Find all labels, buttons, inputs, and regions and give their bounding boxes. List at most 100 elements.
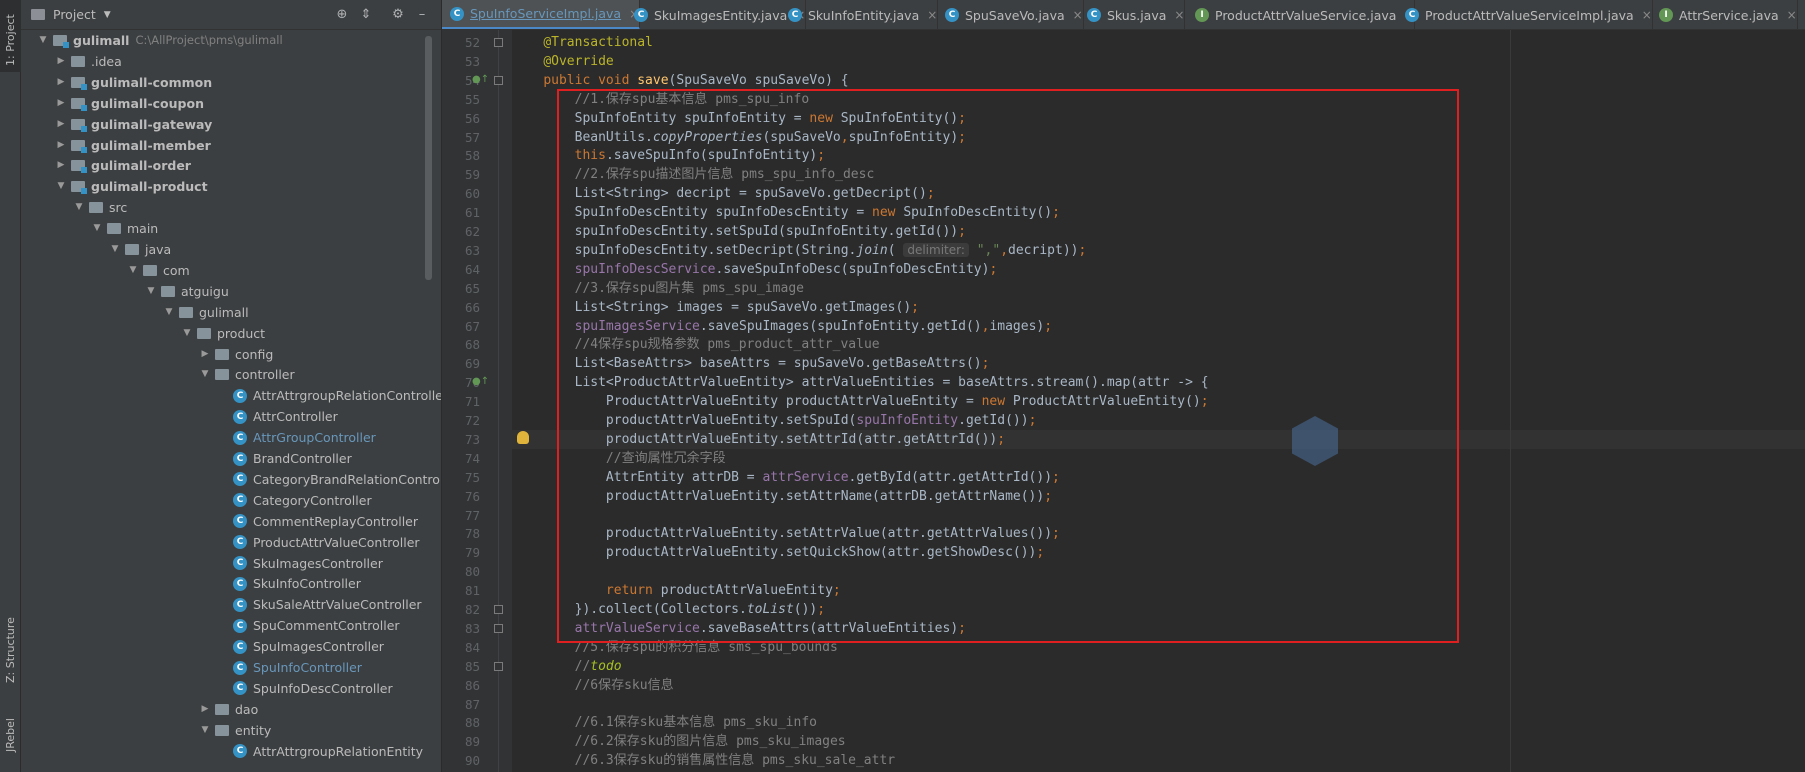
override-marker-icon[interactable]: ●↑ <box>472 74 489 85</box>
chevron-right-icon[interactable]: ▶ <box>55 155 67 176</box>
chevron-down-icon[interactable]: ▼ <box>145 281 157 302</box>
tree-item[interactable]: ▶ gulimall-common <box>21 72 212 93</box>
code-line[interactable]: @Transactional <box>512 33 1805 52</box>
close-icon[interactable]: × <box>927 8 937 22</box>
chevron-right-icon[interactable]: ▶ <box>199 699 211 720</box>
hide-icon[interactable]: – <box>414 7 430 23</box>
tree-item[interactable]: C SpuImagesController <box>21 636 384 657</box>
code-line[interactable]: //6保存sku信息 <box>512 676 1805 695</box>
tree-item[interactable]: ▼ entity <box>21 720 272 741</box>
editor-tab[interactable]: C ProductAttrValueServiceImpl.java × <box>1397 0 1653 29</box>
tree-item[interactable]: ▼ gulimall-product <box>21 176 208 197</box>
chevron-down-icon[interactable]: ▼ <box>37 30 49 51</box>
tree-item[interactable]: C SkuSaleAttrValueController <box>21 594 422 615</box>
chevron-down-icon[interactable]: ▼ <box>109 239 121 260</box>
chevron-down-icon[interactable]: ▼ <box>55 176 67 197</box>
tree-item[interactable]: ▼ gulimall <box>21 302 249 323</box>
chevron-down-icon[interactable]: ▼ <box>127 260 139 281</box>
chevron-down-icon[interactable]: ▼ <box>181 323 193 344</box>
editor-tab[interactable]: C SkuInfoEntity.java × <box>780 0 939 29</box>
fold-marker-icon[interactable] <box>494 605 503 614</box>
chevron-right-icon[interactable]: ▶ <box>55 135 67 156</box>
tree-item-label: .idea <box>91 53 122 69</box>
editor-tab[interactable]: I AttrService.java × <box>1651 0 1798 29</box>
tree-item[interactable]: C BrandController <box>21 448 352 469</box>
close-icon[interactable]: × <box>1174 8 1184 22</box>
lightbulb-icon[interactable] <box>517 431 529 444</box>
code-line[interactable]: //6.3保存sku的销售属性信息 pms_sku_sale_attr <box>512 751 1805 770</box>
structure-tool-tab[interactable]: Z: Structure <box>0 605 21 685</box>
chevron-right-icon[interactable]: ▶ <box>55 93 67 114</box>
tree-item[interactable]: C SpuInfoDescController <box>21 678 393 699</box>
tree-item[interactable]: ▼ main <box>21 218 159 239</box>
tree-item[interactable]: ▼ com <box>21 260 190 281</box>
tree-item[interactable]: ▶ config <box>21 344 274 365</box>
tree-item[interactable]: ▼ product <box>21 323 266 344</box>
project-tool-tab[interactable]: 1: Project <box>0 0 21 72</box>
line-number: 65 <box>464 280 480 296</box>
close-icon[interactable]: × <box>1787 8 1797 22</box>
chevron-down-icon[interactable]: ▼ <box>91 218 103 239</box>
tree-item[interactable]: ▼ java <box>21 239 172 260</box>
tree-item[interactable]: C SpuInfoController <box>21 657 362 678</box>
override-marker-icon[interactable]: ●↑ <box>472 376 489 387</box>
editor-tab[interactable]: C SpuSaveVo.java × <box>937 0 1084 29</box>
tree-item[interactable]: ▶ gulimall-member <box>21 135 211 156</box>
code-line[interactable]: //6.1保存sku基本信息 pms_sku_info <box>512 713 1805 732</box>
tree-item-label: dao <box>235 701 259 717</box>
fold-marker-icon[interactable] <box>494 623 503 633</box>
project-view-selector[interactable]: Project ▼ <box>31 7 111 22</box>
code-line[interactable]: public void save(SpuSaveVo spuSaveVo) { <box>512 71 1805 90</box>
chevron-down-icon[interactable]: ▼ <box>199 720 211 741</box>
tree-item[interactable]: ▼ src <box>21 197 128 218</box>
tree-item[interactable]: C AttrAttrgroupRelationEntity <box>21 741 423 762</box>
line-number: 80 <box>464 564 480 580</box>
tree-item[interactable]: C CategoryController <box>21 490 372 511</box>
tree-item[interactable]: C AttrController <box>21 406 338 427</box>
tree-item[interactable]: ▶ gulimall-gateway <box>21 114 212 135</box>
fold-marker-icon[interactable] <box>494 38 503 47</box>
project-scrollbar[interactable] <box>425 36 432 280</box>
tree-item[interactable]: ▼ gulimall C:\AllProject\pms\gulimall <box>21 30 283 51</box>
class-icon: C <box>233 493 247 508</box>
tree-item[interactable]: C SkuInfoController <box>21 573 361 594</box>
tree-item-label: SpuInfoController <box>253 660 362 675</box>
tree-item[interactable]: ▶ gulimall-coupon <box>21 93 204 114</box>
editor-tab[interactable]: CSpuInfoServiceImpl.java× <box>442 0 641 29</box>
collapse-all-icon[interactable]: ⇕ <box>358 7 374 23</box>
chevron-down-icon[interactable]: ▼ <box>73 197 85 218</box>
chevron-right-icon[interactable]: ▶ <box>55 72 67 93</box>
tree-item-label: gulimall-product <box>91 179 208 195</box>
tree-item[interactable]: ▶ gulimall-order <box>21 155 191 176</box>
code-line[interactable]: //todo <box>512 657 1805 676</box>
tree-item[interactable]: ▶ .idea <box>21 51 122 72</box>
tree-item[interactable]: ▶ dao <box>21 699 259 720</box>
tree-item[interactable]: C ProductAttrValueController <box>21 532 420 553</box>
gear-icon[interactable]: ⚙ <box>390 7 406 23</box>
tree-item[interactable]: C AttrAttrgroupRelationController <box>21 385 441 406</box>
chevron-down-icon[interactable]: ▼ <box>199 364 211 385</box>
tree-item-label: gulimall-member <box>91 137 211 153</box>
code-line[interactable] <box>512 695 1805 714</box>
jrebel-tool-tab[interactable]: JRebel <box>0 700 21 760</box>
tree-item[interactable]: C AttrGroupController <box>21 427 376 448</box>
scroll-from-source-icon[interactable]: ⊕ <box>334 7 350 23</box>
fold-marker-icon[interactable] <box>494 661 503 671</box>
code-line[interactable]: @Override <box>512 52 1805 71</box>
tree-item[interactable]: C CategoryBrandRelationController <box>21 469 441 490</box>
code-line[interactable]: //6.2保存sku的图片信息 pms_sku_images <box>512 732 1805 751</box>
tree-item-label: src <box>109 200 128 216</box>
line-number: 67 <box>464 318 480 334</box>
chevron-right-icon[interactable]: ▶ <box>199 344 211 365</box>
tree-item[interactable]: ▼ atguigu <box>21 281 229 302</box>
editor-tab[interactable]: C Skus.java × <box>1079 0 1186 29</box>
chevron-down-icon[interactable]: ▼ <box>163 302 175 323</box>
chevron-right-icon[interactable]: ▶ <box>55 51 67 72</box>
chevron-right-icon[interactable]: ▶ <box>55 114 67 135</box>
tree-item[interactable]: ▼ controller <box>21 364 295 385</box>
tree-item[interactable]: C CommentReplayController <box>21 511 418 532</box>
editor-tab[interactable]: IProductAttrValueService.java× <box>1187 0 1416 29</box>
fold-marker-icon[interactable] <box>494 75 503 85</box>
tree-item[interactable]: C SpuCommentController <box>21 615 400 636</box>
tree-item[interactable]: C SkuImagesController <box>21 553 383 574</box>
